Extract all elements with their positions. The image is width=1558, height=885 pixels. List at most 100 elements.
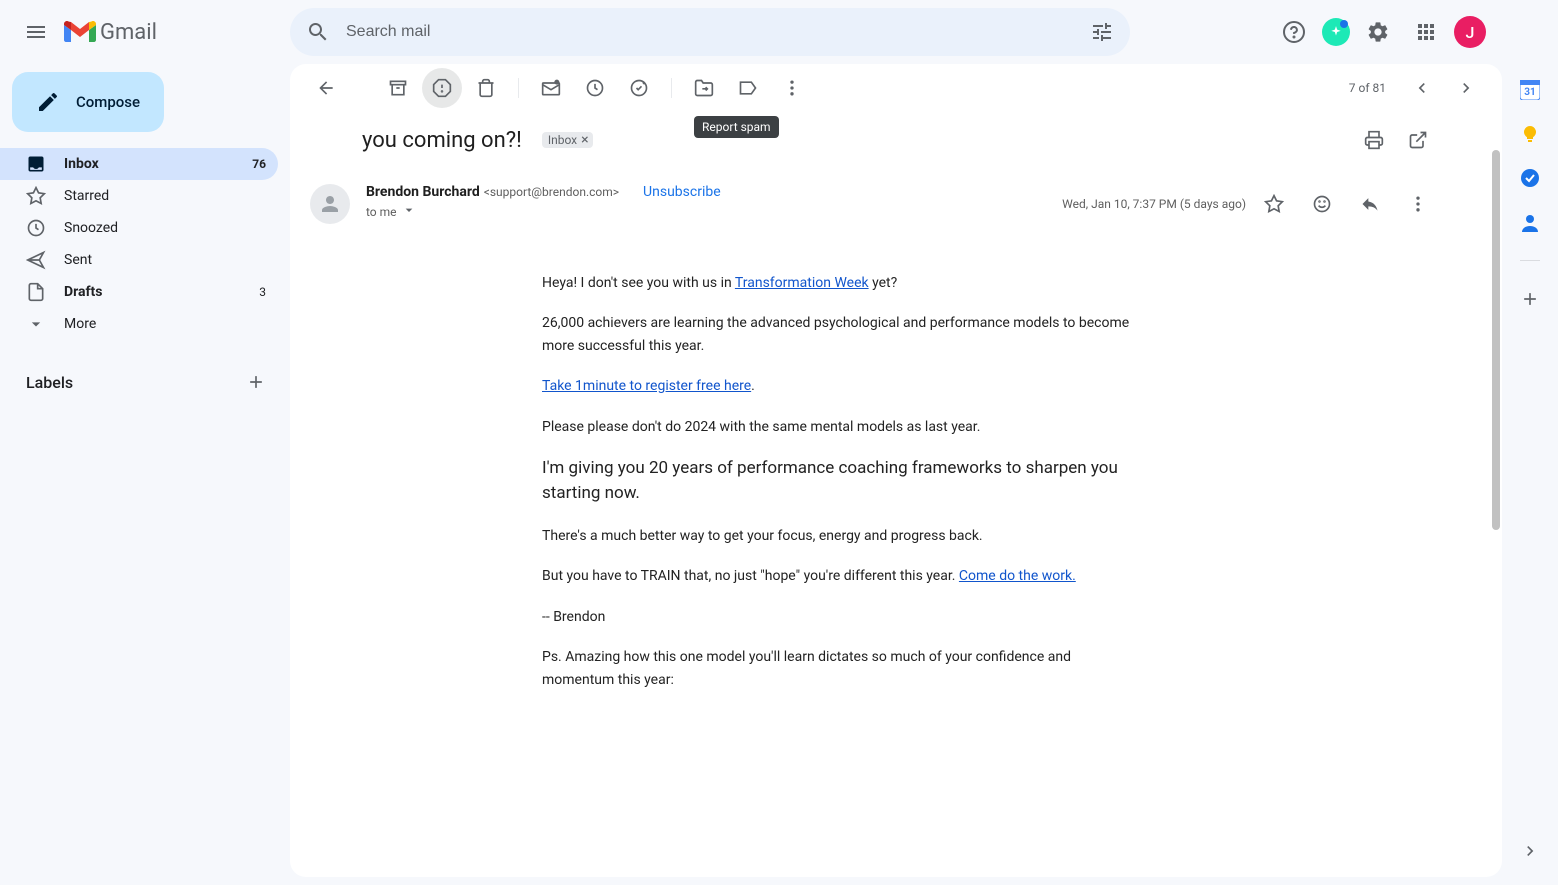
add-label-button[interactable] bbox=[242, 368, 270, 396]
nav-sent[interactable]: Sent bbox=[0, 244, 278, 276]
folder-move-icon bbox=[694, 78, 714, 98]
contacts-app[interactable] bbox=[1520, 212, 1540, 232]
chevron-down-icon bbox=[26, 314, 46, 334]
labels-section-header: Labels bbox=[0, 360, 290, 404]
body-text: 26,000 achievers are learning the advanc… bbox=[542, 312, 1142, 357]
side-divider bbox=[1520, 260, 1540, 261]
sparkle-icon bbox=[1329, 25, 1343, 39]
reply-icon bbox=[1360, 194, 1380, 214]
nav-starred[interactable]: Starred bbox=[0, 180, 278, 212]
svg-text:31: 31 bbox=[1524, 87, 1535, 98]
to-line: to me bbox=[366, 205, 397, 219]
body-text: yet? bbox=[869, 275, 898, 291]
keep-app[interactable] bbox=[1520, 124, 1540, 144]
body-text: But you have to TRAIN that, no just "hop… bbox=[542, 568, 959, 584]
star-icon bbox=[26, 186, 46, 206]
back-button[interactable] bbox=[306, 68, 346, 108]
support-button[interactable] bbox=[1274, 12, 1314, 52]
nav-label: Starred bbox=[64, 188, 266, 204]
account-avatar[interactable]: J bbox=[1454, 16, 1486, 48]
inbox-chip[interactable]: Inbox × bbox=[542, 132, 593, 148]
nav-label: Sent bbox=[64, 252, 266, 268]
transformation-week-link[interactable]: Transformation Week bbox=[735, 275, 869, 291]
scrollbar[interactable] bbox=[1492, 150, 1500, 530]
menu-icon bbox=[24, 20, 48, 44]
nav-inbox[interactable]: Inbox 76 bbox=[0, 148, 278, 180]
snooze-button[interactable] bbox=[575, 68, 615, 108]
unsubscribe-link[interactable]: Unsubscribe bbox=[643, 184, 721, 200]
body-signature: -- Brendon bbox=[542, 606, 1142, 628]
open-new-window-button[interactable] bbox=[1398, 120, 1438, 160]
arrow-back-icon bbox=[316, 78, 336, 98]
right-sidebar: 31 bbox=[1502, 0, 1558, 885]
keep-icon bbox=[1520, 124, 1540, 144]
settings-button[interactable] bbox=[1358, 12, 1398, 52]
tooltip: Report spam bbox=[694, 116, 779, 138]
dropdown-icon bbox=[401, 202, 417, 218]
search-input[interactable] bbox=[338, 23, 1082, 41]
file-icon bbox=[26, 282, 46, 302]
mail-content: Heya! I don't see you with us in Transfo… bbox=[542, 272, 1142, 691]
nav-snoozed[interactable]: Snoozed bbox=[0, 212, 278, 244]
nav-drafts[interactable]: Drafts 3 bbox=[0, 276, 278, 308]
chevron-left-icon bbox=[1412, 78, 1432, 98]
nav-more[interactable]: More bbox=[0, 308, 278, 340]
move-to-button[interactable] bbox=[684, 68, 724, 108]
compose-button[interactable]: Compose bbox=[12, 72, 164, 132]
chip-remove[interactable]: × bbox=[581, 133, 588, 147]
nav-count: 3 bbox=[246, 285, 266, 299]
search-button[interactable] bbox=[298, 12, 338, 52]
tune-icon bbox=[1090, 20, 1114, 44]
body-text: Please please don't do 2024 with the sam… bbox=[542, 416, 1142, 438]
apps-button[interactable] bbox=[1406, 12, 1446, 52]
search-box[interactable] bbox=[290, 8, 1130, 56]
mail-header-row: you coming on?! Inbox × bbox=[290, 112, 1502, 168]
mark-unread-button[interactable] bbox=[531, 68, 571, 108]
add-to-tasks-button[interactable] bbox=[619, 68, 659, 108]
reply-button[interactable] bbox=[1350, 184, 1390, 224]
plus-icon bbox=[246, 372, 266, 392]
message-more-button[interactable] bbox=[1398, 184, 1438, 224]
mail-unread-icon bbox=[541, 78, 561, 98]
nav-label: Snoozed bbox=[64, 220, 266, 236]
sender-avatar[interactable] bbox=[310, 184, 350, 224]
gemini-button[interactable] bbox=[1322, 18, 1350, 46]
calendar-app[interactable]: 31 bbox=[1520, 80, 1540, 100]
get-addons-button[interactable] bbox=[1520, 289, 1540, 309]
sender-name: Brendon Burchard bbox=[366, 184, 480, 200]
gmail-logo-icon bbox=[64, 20, 96, 44]
body-ps: Ps. Amazing how this one model you'll le… bbox=[542, 646, 1142, 691]
report-spam-button[interactable] bbox=[422, 68, 462, 108]
prev-button[interactable] bbox=[1402, 68, 1442, 108]
pagination-info: 7 of 81 bbox=[1349, 81, 1386, 95]
task-add-icon bbox=[629, 78, 649, 98]
search-options-button[interactable] bbox=[1082, 12, 1122, 52]
star-message-button[interactable] bbox=[1254, 184, 1294, 224]
gmail-logo[interactable]: Gmail bbox=[64, 20, 157, 45]
hide-side-panel-button[interactable] bbox=[1520, 841, 1540, 861]
next-button[interactable] bbox=[1446, 68, 1486, 108]
show-details-button[interactable] bbox=[401, 202, 417, 221]
clock-icon bbox=[26, 218, 46, 238]
chevron-right-icon bbox=[1520, 841, 1540, 861]
labels-title: Labels bbox=[26, 373, 73, 392]
compose-label: Compose bbox=[76, 93, 140, 111]
top-right-icons: J bbox=[1274, 12, 1486, 52]
compose-icon bbox=[36, 90, 60, 114]
center-column: J bbox=[290, 0, 1502, 885]
nav-label: Inbox bbox=[64, 156, 246, 172]
reaction-button[interactable] bbox=[1302, 184, 1342, 224]
body-text-large: I'm giving you 20 years of performance c… bbox=[542, 456, 1142, 507]
mail-subject: you coming on?! bbox=[362, 128, 522, 153]
main-menu-button[interactable] bbox=[12, 8, 60, 56]
archive-button[interactable] bbox=[378, 68, 418, 108]
more-button[interactable] bbox=[772, 68, 812, 108]
come-do-work-link[interactable]: Come do the work. bbox=[959, 568, 1076, 584]
delete-button[interactable] bbox=[466, 68, 506, 108]
chip-label: Inbox bbox=[548, 133, 577, 147]
labels-button[interactable] bbox=[728, 68, 768, 108]
print-button[interactable] bbox=[1354, 120, 1394, 160]
clock-icon bbox=[585, 78, 605, 98]
register-link[interactable]: Take 1minute to register free here bbox=[542, 378, 751, 394]
tasks-app[interactable] bbox=[1520, 168, 1540, 188]
